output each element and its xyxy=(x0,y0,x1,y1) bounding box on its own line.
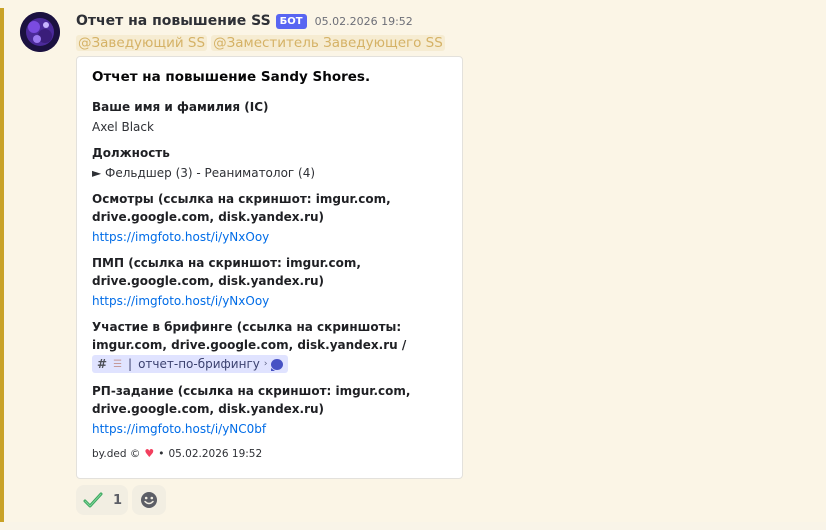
add-reaction-icon xyxy=(141,492,157,508)
mention-highlight-bar xyxy=(0,8,4,522)
field-value: ► Фельдшер (3) - Реаниматолог (4) xyxy=(92,166,316,180)
add-reaction-button[interactable] xyxy=(132,485,166,515)
field-name: Должность xyxy=(92,146,170,160)
embed-footer: by.ded © ♥ • 05.02.2026 19:52 xyxy=(92,447,262,460)
footer-bullet: • xyxy=(158,447,165,460)
message-header: Отчет на повышение SS БОТ 05.02.2026 19:… xyxy=(76,11,413,31)
message-timestamp[interactable]: 05.02.2026 19:52 xyxy=(315,15,413,28)
field-value: Axel Black xyxy=(92,120,154,134)
message-mentions: @Заведующий SS @Заместитель Заведующего … xyxy=(76,33,449,53)
field-name: РП-задание (ссылка на скриншот: imgur.co… xyxy=(92,384,411,416)
field-link[interactable]: https://imgfoto.host/i/yNxOoy xyxy=(92,292,269,310)
footer-author: by.ded © xyxy=(92,447,141,460)
chevron-right-icon: › xyxy=(263,359,268,369)
channel-mention[interactable]: # ☰ | отчет-по-брифингу › xyxy=(92,355,289,373)
report-embed: Отчет на повышение Sandy Shores. Ваше им… xyxy=(76,56,463,479)
chat-bubble-icon xyxy=(271,358,284,371)
field-name: Ваше имя и фамилия (IC) xyxy=(92,100,269,114)
bot-badge: БОТ xyxy=(275,13,307,29)
separator: | xyxy=(128,357,133,371)
role-mention[interactable]: @Заместитель Заведующего SS xyxy=(211,35,445,51)
thread-icon: ☰ xyxy=(113,358,123,370)
check-mark-icon xyxy=(83,492,103,508)
divider xyxy=(0,522,826,530)
author-name[interactable]: Отчет на повышение SS xyxy=(76,13,271,29)
role-mention[interactable]: @Заведующий SS xyxy=(76,35,208,51)
channel-name: отчет-по-брифингу xyxy=(138,357,260,371)
field-name: Осмотры (ссылка на скриншот: imgur.com, … xyxy=(92,192,391,224)
field-name: ПМП (ссылка на скриншот: imgur.com, driv… xyxy=(92,256,361,288)
heart-icon: ♥ xyxy=(144,447,155,460)
bot-message: Отчет на повышение SS БОТ 05.02.2026 19:… xyxy=(0,0,826,522)
reaction-button[interactable]: 1 xyxy=(76,485,128,515)
hash-icon: # xyxy=(97,357,108,371)
bot-avatar[interactable] xyxy=(20,12,60,52)
footer-timestamp: 05.02.2026 19:52 xyxy=(168,447,263,460)
field-link[interactable]: https://imgfoto.host/i/yNC0bf xyxy=(92,420,266,438)
embed-title: Отчет на повышение Sandy Shores. xyxy=(92,69,371,85)
field-link[interactable]: https://imgfoto.host/i/yNxOoy xyxy=(92,228,269,246)
reaction-count: 1 xyxy=(113,492,123,508)
